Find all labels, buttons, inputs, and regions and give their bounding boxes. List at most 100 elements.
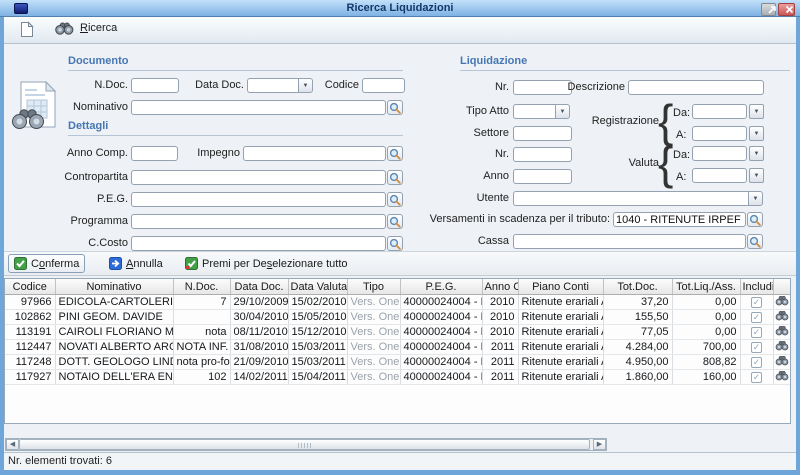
reg-a-dropdown-icon[interactable]: ▼ <box>749 126 764 141</box>
datadoc-dropdown-icon[interactable]: ▼ <box>298 78 313 93</box>
includi-checkbox[interactable] <box>751 357 762 368</box>
table-cell: DOTT. GEOLOGO LINDA C <box>55 355 173 370</box>
column-header[interactable]: Codice <box>5 279 55 295</box>
scroll-left-arrow-icon[interactable]: ◀ <box>6 439 19 450</box>
column-header[interactable]: Data Valuta <box>288 279 347 295</box>
datadoc-combo[interactable]: ▼ <box>247 78 313 93</box>
contropartita-search-button[interactable] <box>387 170 403 185</box>
utente-combo[interactable]: ▼ <box>513 191 763 206</box>
tributo-search-button[interactable] <box>747 212 763 227</box>
column-header[interactable]: Tot.Doc. <box>603 279 672 295</box>
new-document-button[interactable] <box>16 19 38 40</box>
liq-nr2-input[interactable] <box>513 147 572 162</box>
ricerca-button[interactable]: Ricerca <box>50 19 121 37</box>
nominativo-input[interactable] <box>131 100 386 115</box>
row-search-cell[interactable] <box>773 310 790 325</box>
table-cell: 15/03/2011 <box>288 355 347 370</box>
column-header[interactable]: Data Doc. <box>230 279 288 295</box>
close-button[interactable] <box>778 3 795 16</box>
programma-search-button[interactable] <box>387 214 403 229</box>
column-header[interactable]: Piano Conti <box>518 279 603 295</box>
utente-input[interactable] <box>513 191 748 206</box>
liq-nr-label: Nr. <box>429 80 509 95</box>
descrizione-input[interactable] <box>628 80 764 95</box>
column-header[interactable]: Anno C. <box>482 279 518 295</box>
table-row[interactable]: 117927NOTAIO DELL'ERA ENNIO10214/02/2011… <box>5 370 790 385</box>
codice-input[interactable] <box>362 78 405 93</box>
utente-dropdown-icon[interactable]: ▼ <box>748 191 763 206</box>
includi-checkbox[interactable] <box>751 342 762 353</box>
annulla-label: Annulla <box>126 258 163 270</box>
column-header[interactable]: Tipo <box>347 279 400 295</box>
table-row[interactable]: 102862PINI GEOM. DAVIDE30/04/201015/05/2… <box>5 310 790 325</box>
column-header[interactable]: Includi <box>740 279 773 295</box>
ccosto-search-button[interactable] <box>387 236 403 251</box>
val-a-input[interactable] <box>692 168 747 183</box>
scrollbar-thumb[interactable] <box>19 439 590 450</box>
title-bar[interactable]: Ricerca Liquidazioni <box>0 0 800 17</box>
impegno-search-button[interactable] <box>387 146 403 161</box>
table-row[interactable]: 112447NOVATI ALBERTO ARCHITNOTA INF.31/0… <box>5 340 790 355</box>
includi-checkbox[interactable] <box>751 372 762 383</box>
datadoc-label: Data Doc. <box>185 78 244 93</box>
datadoc-input[interactable] <box>247 78 298 93</box>
table-row[interactable]: 113191CAIROLI FLORIANO MARInota08/11/201… <box>5 325 790 340</box>
column-header[interactable]: N.Doc. <box>173 279 230 295</box>
deseleziona-button[interactable]: Premi per Deselezionare tutto <box>180 254 353 273</box>
restore-button[interactable] <box>761 3 776 16</box>
conferma-button[interactable]: Conferma <box>8 254 85 273</box>
includi-checkbox[interactable] <box>751 327 762 338</box>
peg-search-button[interactable] <box>387 192 403 207</box>
annocomp-input[interactable] <box>131 146 178 161</box>
window-title: Ricerca Liquidazioni <box>0 1 800 16</box>
cassa-search-button[interactable] <box>747 234 763 249</box>
nominativo-search-button[interactable] <box>387 100 403 115</box>
table-row[interactable]: 97966EDICOLA-CARTOLERIA SA729/10/200915/… <box>5 295 790 310</box>
row-binoculars-icon <box>775 295 789 306</box>
peg-input[interactable] <box>131 192 386 207</box>
column-header[interactable]: Tot.Liq./Ass. <box>672 279 740 295</box>
table-cell: 77,05 <box>603 325 672 340</box>
horizontal-scrollbar[interactable]: ◀ ▶ <box>5 438 607 451</box>
table-cell: 2011 <box>482 355 518 370</box>
window-border-bottom <box>0 470 800 475</box>
anno-input[interactable] <box>513 169 572 184</box>
annulla-button[interactable]: Annulla <box>104 254 168 273</box>
includi-checkbox[interactable] <box>751 312 762 323</box>
impegno-input[interactable] <box>243 146 386 161</box>
table-cell: 21/09/2010 <box>230 355 288 370</box>
magnifier-icon <box>389 194 401 206</box>
table-row[interactable]: 117248DOTT. GEOLOGO LINDA Cnota pro-form… <box>5 355 790 370</box>
tributo-input[interactable] <box>613 212 746 227</box>
reg-da-input[interactable] <box>692 104 747 119</box>
row-search-cell[interactable] <box>773 370 790 385</box>
row-search-cell[interactable] <box>773 295 790 310</box>
includi-cell <box>740 355 773 370</box>
section-dettagli: Dettagli <box>68 120 403 136</box>
val-da-input[interactable] <box>692 146 747 161</box>
column-header[interactable]: Nominativo <box>55 279 173 295</box>
programma-input[interactable] <box>131 214 386 229</box>
ndoc-input[interactable] <box>131 78 179 93</box>
reg-a-input[interactable] <box>692 126 747 141</box>
scroll-right-arrow-icon[interactable]: ▶ <box>593 439 606 450</box>
cassa-input[interactable] <box>513 234 746 249</box>
contropartita-input[interactable] <box>131 170 386 185</box>
includi-checkbox[interactable] <box>751 297 762 308</box>
programma-label: Programma <box>8 214 128 229</box>
val-da-dropdown-icon[interactable]: ▼ <box>749 146 764 161</box>
reg-da-dropdown-icon[interactable]: ▼ <box>749 104 764 119</box>
table-cell: nota pro-forma <box>173 355 230 370</box>
column-header[interactable] <box>773 279 790 295</box>
table-cell: 31/08/2010 <box>230 340 288 355</box>
reg-a-label: A: <box>676 128 686 143</box>
row-search-cell[interactable] <box>773 340 790 355</box>
table-cell: 40000024004 - RI <box>400 340 482 355</box>
val-a-dropdown-icon[interactable]: ▼ <box>749 168 764 183</box>
tipoatto-input[interactable] <box>513 104 555 119</box>
column-header[interactable]: P.E.G. <box>400 279 482 295</box>
row-search-cell[interactable] <box>773 325 790 340</box>
row-search-cell[interactable] <box>773 355 790 370</box>
ccosto-input[interactable] <box>131 236 386 251</box>
table-cell: NOTAIO DELL'ERA ENNIO <box>55 370 173 385</box>
